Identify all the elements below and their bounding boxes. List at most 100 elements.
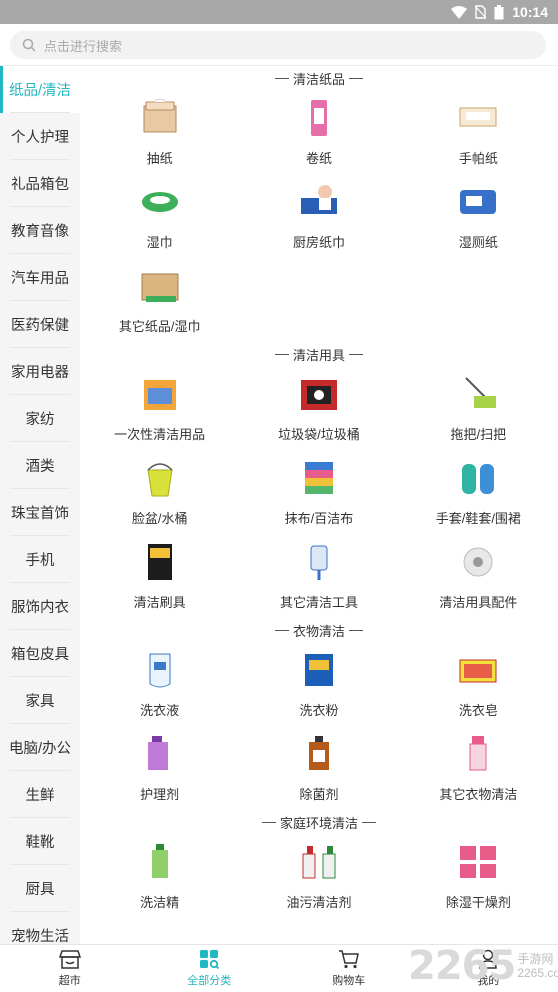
disinfectant-bottle-icon (297, 732, 341, 776)
sidebar-item[interactable]: 纸品/清洁 (0, 66, 80, 113)
subcategory-item[interactable]: 脸盆/水桶 (80, 450, 239, 534)
sidebar-item-label: 鞋靴 (25, 835, 55, 851)
subcategory-item[interactable]: 拖把/扫把 (399, 366, 558, 450)
subcategory-item[interactable]: 厨房纸巾 (239, 174, 398, 258)
subcategory-label: 抹布/百洁布 (284, 511, 354, 526)
sidebar-item[interactable]: 手机 (0, 536, 80, 583)
category-sidebar: 纸品/清洁 个人护理 礼品箱包教育音像汽车用品医药保健家用电器家纺 酒类 珠宝首饰手机服… (0, 66, 80, 944)
subcategory-label: 一次性清洁用品 (114, 427, 206, 442)
subcategory-label: 湿厕纸 (458, 235, 498, 250)
sidebar-item[interactable]: 电脑/办公 (0, 724, 80, 771)
title-dash-right (362, 821, 376, 823)
mop-icon (456, 372, 500, 416)
subcategory-item[interactable]: 油污清洁剂 (239, 834, 398, 918)
subcategory-item[interactable]: 卷纸 (239, 90, 398, 174)
wifi-icon (451, 5, 468, 19)
toilet-roll-icon (297, 96, 341, 140)
search-bar-container: 点击进行搜索 (0, 24, 558, 66)
sidebar-item[interactable]: 教育音像 (0, 207, 80, 254)
subcategory-label: 拖把/扫把 (450, 427, 507, 442)
sidebar-item[interactable]: 服饰内衣 (0, 583, 80, 630)
laundry-powder-icon (297, 648, 341, 692)
subcategory-grid: 抽纸 卷纸 手帕纸湿巾 厨房纸巾 湿厕纸其它纸品/湿巾 (80, 90, 558, 342)
tab-cart[interactable]: 购物车 (279, 945, 419, 992)
title-dash-left (261, 821, 276, 823)
subcategory-item[interactable]: 垃圾袋/垃圾桶 (239, 366, 398, 450)
sidebar-item-label: 手机 (25, 553, 55, 569)
subcategory-item[interactable]: 除湿干燥剂 (399, 834, 558, 918)
sidebar-item-label: 教育音像 (11, 224, 69, 240)
laundry-liquid-icon (138, 648, 182, 692)
subcategory-item[interactable]: 其它纸品/湿巾 (80, 258, 239, 342)
subcategory-label: 垃圾袋/垃圾桶 (278, 427, 360, 442)
subcategory-label: 护理剂 (140, 787, 180, 802)
sidebar-item[interactable]: 医药保健 (0, 301, 80, 348)
kitchen-towel-icon (297, 180, 341, 224)
subcategory-label: 洗衣粉 (299, 703, 339, 718)
sidebar-item[interactable]: 礼品箱包 (0, 160, 80, 207)
sidebar-item[interactable]: 家具 (0, 677, 80, 724)
subcategory-item[interactable]: 洗衣皂 (399, 642, 558, 726)
subcategory-item[interactable]: 其它衣物清洁 (399, 726, 558, 810)
subcategory-item[interactable]: 手套/鞋套/围裙 (399, 450, 558, 534)
search-icon (22, 38, 36, 52)
subcategory-item[interactable]: 手帕纸 (399, 90, 558, 174)
store-icon (58, 950, 81, 969)
subcategory-label: 抽纸 (146, 151, 173, 166)
subcategory-label: 清洁刷具 (133, 595, 186, 610)
mop-head-icon (456, 540, 500, 584)
sidebar-item[interactable]: 珠宝首饰 (0, 489, 80, 536)
subcategory-item[interactable]: 抹布/百洁布 (239, 450, 398, 534)
battery-icon (494, 4, 504, 19)
subcategory-item[interactable]: 抽纸 (80, 90, 239, 174)
title-dash-right (349, 77, 363, 79)
section-title: 衣物清洁 (80, 618, 558, 642)
sidebar-item[interactable]: 家纺 (0, 395, 80, 442)
subcategory-item[interactable]: 湿巾 (80, 174, 239, 258)
subcategory-item[interactable]: 一次性清洁用品 (80, 366, 239, 450)
cloth-icon (297, 456, 341, 500)
tab-supermarket[interactable]: 超市 (0, 945, 140, 992)
subcategory-item[interactable]: 洗衣粉 (239, 642, 398, 726)
sidebar-item[interactable]: 鞋靴 (0, 818, 80, 865)
sidebar-item[interactable]: 家用电器 (0, 348, 80, 395)
subcategory-item[interactable]: 湿厕纸 (399, 174, 558, 258)
watermark-number: 2265 (408, 943, 516, 989)
sidebar-item-label: 生鲜 (25, 788, 55, 804)
subcategory-item[interactable]: 清洁用具配件 (399, 534, 558, 618)
sidebar-item[interactable]: 箱包皮具 (0, 630, 80, 677)
sidebar-item[interactable]: 酒类 (0, 442, 80, 489)
spray-bottle-icon (456, 732, 500, 776)
sidebar-item[interactable]: 厨具 (0, 865, 80, 912)
sidebar-item[interactable]: 生鲜 (0, 771, 80, 818)
subcategory-item[interactable]: 除菌剂 (239, 726, 398, 810)
softener-bottle-icon (138, 732, 182, 776)
sidebar-item[interactable]: 宠物生活 (0, 912, 80, 944)
sidebar-item[interactable]: 个人护理 (0, 113, 80, 160)
tab-label: 超市 (58, 975, 81, 987)
brush-icon (138, 540, 182, 584)
status-bar: 10:14 (0, 0, 558, 24)
degreaser-icon (297, 840, 341, 884)
subcategory-item[interactable]: 清洁刷具 (80, 534, 239, 618)
subcategory-item[interactable]: 洗洁精 (80, 834, 239, 918)
handkerchief-pack-icon (456, 96, 500, 140)
subcategory-item[interactable]: 洗衣液 (80, 642, 239, 726)
cart-icon (338, 950, 359, 969)
tab-all-categories[interactable]: 全部分类 (140, 945, 280, 992)
status-time: 10:14 (512, 4, 548, 20)
subcategory-label: 其它清洁工具 (279, 595, 358, 610)
search-input[interactable]: 点击进行搜索 (10, 31, 546, 59)
title-dash-left (274, 77, 289, 79)
sidebar-item-label: 汽车用品 (11, 271, 69, 287)
subcategory-item[interactable]: 其它清洁工具 (239, 534, 398, 618)
subcategory-label: 其它衣物清洁 (439, 787, 518, 802)
section-title: 清洁用具 (80, 342, 558, 366)
section-title-text: 清洁用具 (292, 347, 345, 363)
subcategory-item[interactable]: 护理剂 (80, 726, 239, 810)
title-dash-right (349, 353, 363, 355)
subcategory-grid: 洗衣液 洗衣粉 洗衣皂护理剂 除菌剂 其它衣物清洁 (80, 642, 558, 810)
wet-toilet-paper-icon (456, 180, 500, 224)
sidebar-item[interactable]: 汽车用品 (0, 254, 80, 301)
sidebar-item-label: 家用电器 (11, 365, 69, 381)
